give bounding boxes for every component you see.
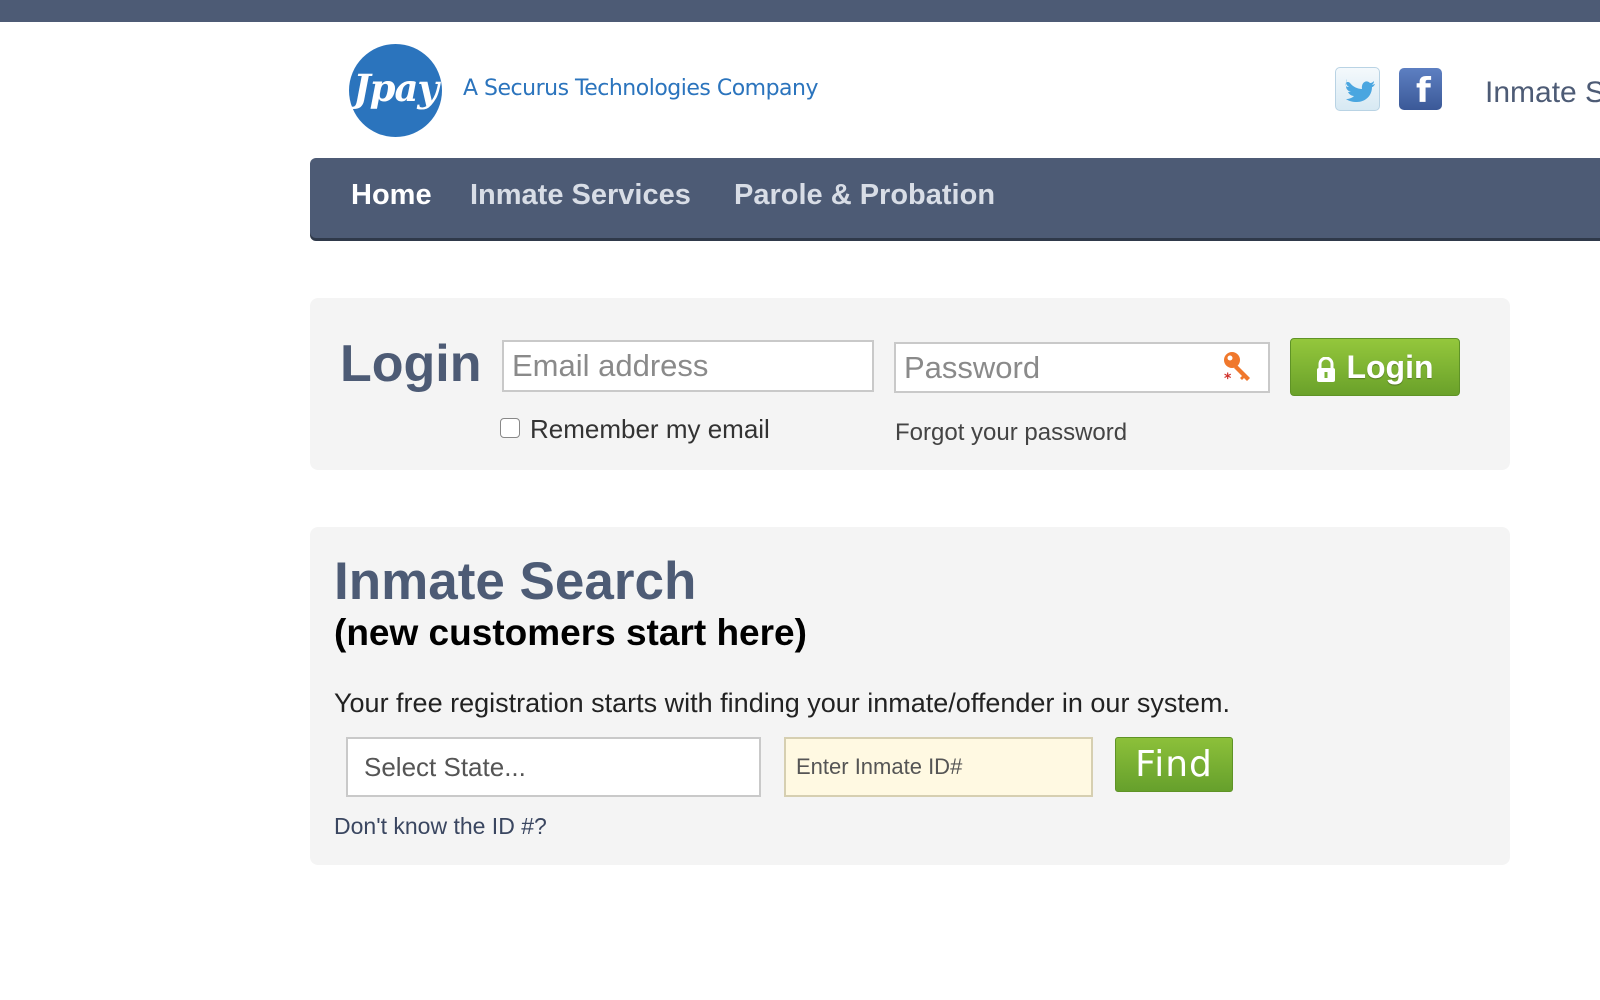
lock-icon (1316, 354, 1336, 382)
login-title: Login (340, 335, 482, 393)
forgot-password-link[interactable]: Forgot your password (895, 419, 1127, 447)
login-panel: Login * Login Remember my email Forgot y… (310, 298, 1510, 470)
search-subtitle: (new customers start here) (334, 612, 807, 653)
header-link[interactable]: Inmate S (1485, 76, 1600, 110)
remember-label[interactable]: Remember my email (530, 414, 770, 445)
nav-item-home[interactable]: Home (351, 179, 432, 212)
login-button[interactable]: Login (1290, 338, 1460, 396)
twitter-icon[interactable] (1335, 67, 1380, 111)
facebook-icon[interactable]: f (1399, 68, 1442, 111)
nav-item-inmate-services[interactable]: Inmate Services (470, 179, 691, 212)
state-select[interactable]: Select State... (346, 737, 761, 797)
key-icon: * (1222, 350, 1254, 387)
top-bar (0, 0, 1600, 22)
svg-text:*: * (1224, 371, 1232, 384)
logo-text: Jpay (353, 66, 439, 110)
inmate-id-field[interactable] (784, 737, 1093, 797)
email-field[interactable] (502, 340, 874, 392)
nav-item-parole-probation[interactable]: Parole & Probation (734, 179, 995, 212)
inmate-search-panel: Inmate Search (new customers start here)… (310, 527, 1510, 865)
remember-checkbox[interactable] (500, 418, 520, 438)
password-field[interactable] (894, 342, 1270, 393)
search-title: Inmate Search (334, 552, 697, 611)
dont-know-id-link[interactable]: Don't know the ID #? (334, 813, 547, 840)
tagline: A Securus Technologies Company (463, 76, 819, 101)
jpay-logo[interactable]: Jpay (349, 44, 442, 137)
main-nav: Home Inmate Services Parole & Probation (310, 158, 1600, 238)
search-description: Your free registration starts with findi… (334, 688, 1230, 718)
find-button[interactable]: Find (1115, 737, 1233, 792)
login-button-label: Login (1346, 348, 1434, 385)
